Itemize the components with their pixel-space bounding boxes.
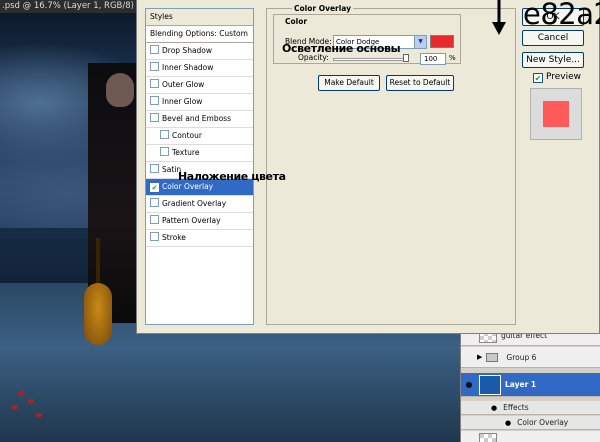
opacity-slider-handle[interactable]: [403, 54, 409, 62]
effect-name: Color Overlay: [517, 418, 569, 427]
layer-row-group-6[interactable]: ▶ Group 6: [461, 347, 600, 368]
layer-name: Group 6: [506, 352, 537, 362]
preview-swatch: [543, 101, 569, 127]
style-item-label: Outer Glow: [162, 80, 205, 89]
preview-thumbnail: [530, 88, 582, 140]
style-item-label: Color Overlay: [162, 182, 214, 191]
checkbox-icon[interactable]: [150, 164, 159, 173]
checkbox-icon[interactable]: [160, 147, 169, 156]
style-item-label: Bevel and Emboss: [162, 114, 231, 123]
style-item-label: Inner Glow: [162, 97, 203, 106]
layer-effect-color-overlay-row[interactable]: ● Color Overlay: [461, 416, 600, 430]
opacity-input[interactable]: 100: [420, 53, 446, 65]
style-item-pattern-overlay[interactable]: Pattern Overlay: [146, 213, 253, 230]
folder-icon: [486, 352, 499, 362]
checkbox-icon[interactable]: [150, 198, 159, 207]
canvas-petal: [18, 391, 24, 395]
canvas-person-head: [106, 73, 134, 107]
style-item-label: Pattern Overlay: [162, 216, 221, 225]
effects-label: Effects: [503, 403, 529, 412]
style-item-inner-glow[interactable]: Inner Glow: [146, 94, 253, 111]
group-title: Color: [283, 17, 310, 26]
styles-list: Styles Blending Options: Custom Drop Sha…: [145, 8, 254, 325]
chevron-down-icon[interactable]: ▼: [414, 36, 426, 48]
eye-icon[interactable]: ●: [461, 380, 477, 389]
styles-header[interactable]: Styles: [146, 9, 253, 26]
style-item-outer-glow[interactable]: Outer Glow: [146, 77, 253, 94]
layer-effects-row[interactable]: ● Effects: [461, 401, 600, 415]
section-title: Color Overlay: [292, 4, 354, 13]
document-title: .psd @ 16.7% (Layer 1, RGB/8): [2, 1, 134, 11]
eye-icon[interactable]: ●: [505, 419, 511, 427]
checkbox-icon[interactable]: [150, 79, 159, 88]
style-item-label: Texture: [172, 148, 200, 157]
style-item-inner-shadow[interactable]: Inner Shadow: [146, 60, 253, 77]
blend-mode-annotation: Осветление основы: [282, 42, 401, 55]
style-item-drop-shadow[interactable]: Drop Shadow: [146, 43, 253, 60]
checkbox-icon[interactable]: [150, 62, 159, 71]
expand-triangle-icon[interactable]: ▶: [477, 353, 482, 361]
canvas-violin: [84, 283, 112, 345]
preview-label: Preview: [546, 72, 582, 82]
canvas-violin-neck: [96, 238, 100, 288]
style-item-gradient-overlay[interactable]: Gradient Overlay: [146, 196, 253, 213]
checkbox-checked-icon[interactable]: ✔: [150, 183, 159, 192]
style-item-bevel-and-emboss[interactable]: Bevel and Emboss: [146, 111, 253, 128]
layer-thumbnail: [479, 374, 501, 395]
checkbox-icon[interactable]: [150, 215, 159, 224]
document-title-bar: .psd @ 16.7% (Layer 1, RGB/8) _ □: [0, 0, 136, 13]
checkbox-icon[interactable]: [160, 130, 169, 139]
style-item-label: Inner Shadow: [162, 63, 214, 72]
checkbox-icon[interactable]: [150, 232, 159, 241]
canvas-petal: [12, 405, 18, 409]
make-default-button[interactable]: Make Default: [318, 75, 380, 91]
blending-options-item[interactable]: Blending Options: Custom: [146, 26, 253, 43]
preview-checkbox[interactable]: ✔ Preview: [533, 72, 581, 83]
opacity-unit: %: [449, 54, 456, 62]
style-item-contour[interactable]: Contour: [146, 128, 253, 145]
layer-name: Layer 1: [505, 380, 537, 389]
canvas-petal: [28, 399, 34, 403]
hex-code-annotation: e82a2c: [523, 0, 600, 31]
checkbox-checked-icon[interactable]: ✔: [533, 73, 543, 83]
style-item-label: Gradient Overlay: [162, 199, 227, 208]
layers-panel: guitar effect ▶ Group 6 ● Layer 1 ● Effe…: [460, 325, 600, 442]
style-item-label: Drop Shadow: [162, 46, 213, 55]
checkbox-icon[interactable]: [150, 45, 159, 54]
cancel-button[interactable]: Cancel: [522, 30, 584, 46]
opacity-slider-track[interactable]: [333, 58, 407, 61]
checkbox-icon[interactable]: [150, 96, 159, 105]
layer-row-layer-1[interactable]: ● Layer 1: [461, 373, 600, 397]
style-item-texture[interactable]: Texture: [146, 145, 253, 162]
layer-thumbnail: [479, 433, 497, 442]
style-item-stroke[interactable]: Stroke: [146, 230, 253, 247]
style-item-label: Contour: [172, 131, 202, 140]
style-item-label: Stroke: [162, 233, 186, 242]
new-style-button[interactable]: New Style...: [522, 52, 584, 68]
eye-icon[interactable]: ●: [491, 404, 497, 412]
reset-to-default-button[interactable]: Reset to Default: [386, 75, 454, 91]
checkbox-icon[interactable]: [150, 113, 159, 122]
color-overlay-annotation: Наложение цвета: [178, 170, 286, 183]
layer-row[interactable]: [461, 431, 600, 442]
down-arrow-icon: [492, 0, 506, 35]
canvas-petal: [36, 413, 42, 417]
overlay-color-swatch[interactable]: [430, 35, 454, 48]
